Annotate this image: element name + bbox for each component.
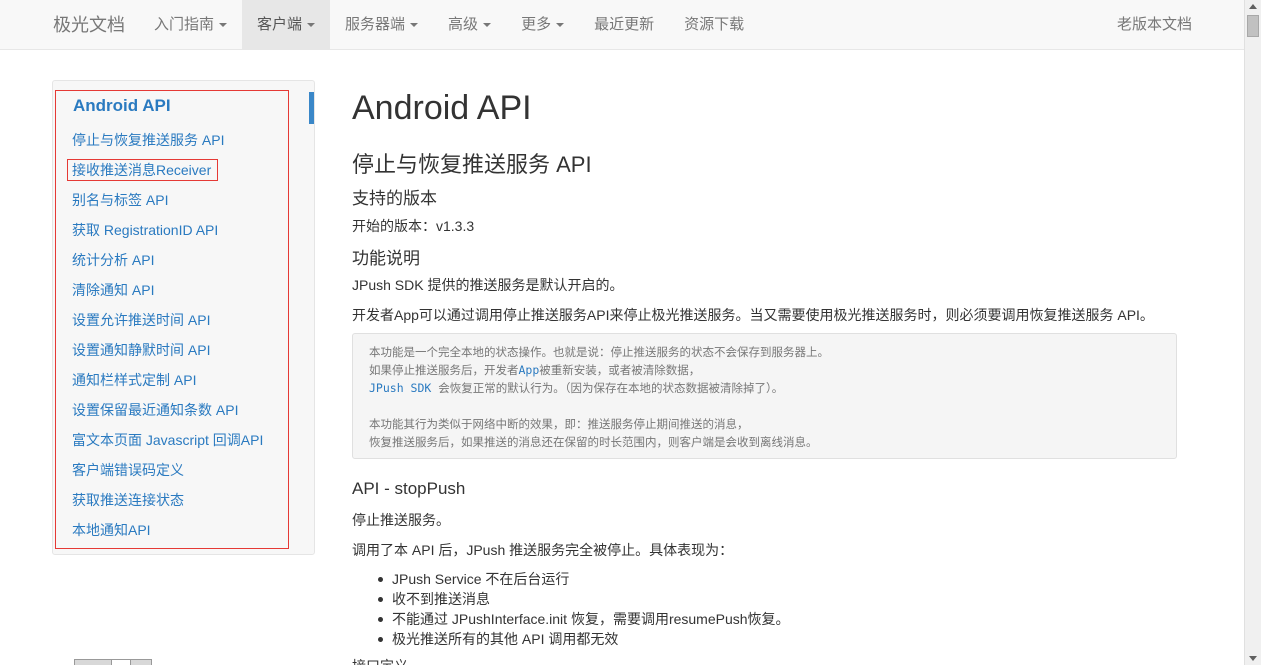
feature-paragraph-2: 开发者App可以通过调用停止推送服务API来停止极光推送服务。当又需要使用极光推…	[352, 307, 1154, 323]
nav-item-getting-started[interactable]: 入门指南	[139, 0, 242, 50]
list-item: 极光推送所有的其他 API 调用都无效	[376, 629, 790, 649]
sidebar-item-label: 别名与标签 API	[72, 192, 169, 208]
nav-label: 入门指南	[154, 16, 215, 33]
sidebar-item-label: 获取 RegistrationID API	[72, 222, 219, 238]
caret-down-icon	[483, 23, 492, 28]
sidebar-item-label: 设置允许推送时间 API	[72, 312, 211, 328]
sidebar-item-label: 富文本页面 Javascript 回调API	[72, 432, 264, 448]
nav-label: 服务器端	[345, 16, 406, 33]
sidebar-item-label: 通知栏样式定制 API	[72, 372, 197, 388]
behavior-list: JPush Service 不在后台运行 收不到推送消息 不能通过 JPushI…	[376, 569, 790, 649]
sidebar-item-label: 获取推送连接状态	[72, 492, 184, 508]
nav-item-client[interactable]: 客户端	[242, 0, 331, 50]
api-detail: 调用了本 API 后，JPush 推送服务完全被停止。具体表现为：	[352, 542, 734, 558]
section-heading: 停止与恢复推送服务 API	[352, 152, 592, 177]
nav-label: 资源下载	[684, 16, 745, 33]
sidebar-item-analytics[interactable]: 统计分析 API	[72, 245, 302, 275]
brand-link[interactable]: 极光文档	[53, 0, 125, 50]
vertical-scrollbar[interactable]	[1244, 0, 1261, 665]
scroll-up-arrow-icon[interactable]	[1249, 4, 1257, 9]
caret-down-icon	[307, 23, 316, 28]
feature-heading: 功能说明	[352, 249, 420, 268]
version-text: 开始的版本：v1.3.3	[352, 218, 475, 234]
code-line: 如果停止推送服务后，开发者	[369, 363, 519, 377]
sidebar-title[interactable]: Android API	[73, 96, 171, 116]
nav-label: 最近更新	[594, 16, 655, 33]
nav-label: 客户端	[257, 16, 303, 33]
top-navbar: 极光文档 入门指南 客户端 服务器端 高级 更多 最近更新 资源下载 老版本文档	[0, 0, 1244, 50]
nav-label: 高级	[448, 16, 479, 33]
caret-down-icon	[410, 23, 419, 28]
sidebar-item-receiver[interactable]: 接收推送消息Receiver	[66, 155, 302, 185]
nav-item-advanced[interactable]: 高级	[433, 0, 506, 50]
sidebar-item-label: 设置保留最近通知条数 API	[72, 402, 239, 418]
old-docs-link[interactable]: 老版本文档	[1117, 0, 1192, 50]
code-keyword: JPush SDK	[369, 381, 432, 395]
sidebar-item-label: 设置通知静默时间 API	[72, 342, 211, 358]
nav-item-downloads[interactable]: 资源下载	[669, 0, 759, 50]
list-item: 收不到推送消息	[376, 589, 790, 609]
sidebar-item-label: 统计分析 API	[72, 252, 155, 268]
sidebar-item-registration-id[interactable]: 获取 RegistrationID API	[72, 215, 302, 245]
scroll-down-arrow-icon[interactable]	[1249, 656, 1257, 661]
sidebar-item-notification-style[interactable]: 通知栏样式定制 API	[72, 365, 302, 395]
sidebar-item-connection-state[interactable]: 获取推送连接状态	[72, 485, 302, 515]
note-code-block: 本功能是一个完全本地的状态操作。也就是说：停止推送服务的状态不会保存到服务器上。…	[352, 333, 1177, 459]
sidebar-list: 停止与恢复推送服务 API 接收推送消息Receiver 别名与标签 API 获…	[66, 125, 302, 545]
sidebar-item-silence-time[interactable]: 设置通知静默时间 API	[72, 335, 302, 365]
nav-item-server[interactable]: 服务器端	[330, 0, 433, 50]
nav-item-recent-updates[interactable]: 最近更新	[579, 0, 669, 50]
feature-paragraph-1: JPush SDK 提供的推送服务是默认开启的。	[352, 277, 624, 293]
sidebar-item-error-codes[interactable]: 客户端错误码定义	[72, 455, 302, 485]
code-keyword: App	[518, 363, 540, 377]
sidebar-active-marker	[309, 92, 314, 124]
caret-down-icon	[556, 23, 565, 28]
code-line: 本功能是一个完全本地的状态操作。也就是说：停止推送服务的状态不会保存到服务器上。	[369, 345, 829, 359]
sidebar-item-label: 停止与恢复推送服务 API	[72, 132, 225, 148]
sidebar-item-label: 客户端错误码定义	[72, 462, 184, 478]
sidebar-item-stop-resume[interactable]: 停止与恢复推送服务 API	[72, 125, 302, 155]
main-nav: 入门指南 客户端 服务器端 高级 更多 最近更新 资源下载	[139, 0, 759, 50]
sidebar-item-alias-tags[interactable]: 别名与标签 API	[72, 185, 302, 215]
partial-widget	[74, 659, 152, 665]
sidebar-item-clear-notifications[interactable]: 清除通知 API	[72, 275, 302, 305]
interface-definition-heading: 接口定义	[352, 656, 408, 665]
code-line: 恢复推送服务后，如果推送的消息还在保留的时长范围内，则客户端是会收到离线消息。	[369, 435, 818, 449]
nav-item-more[interactable]: 更多	[506, 0, 579, 50]
api-heading: API - stopPush	[352, 479, 466, 498]
scroll-thumb[interactable]	[1247, 15, 1259, 37]
code-line: 本功能其行为类似于网络中断的效果，即：推送服务停止期间推送的消息，	[369, 417, 749, 431]
supported-version-heading: 支持的版本	[352, 189, 437, 208]
code-line: 会恢复正常的默认行为。（因为保存在本地的状态数据被清除掉了）。	[431, 381, 784, 395]
code-line: 被重新安装，或者被清除数据，	[539, 363, 701, 377]
list-item: JPush Service 不在后台运行	[376, 569, 790, 589]
api-description: 停止推送服务。	[352, 512, 450, 528]
sidebar-item-notification-count[interactable]: 设置保留最近通知条数 API	[72, 395, 302, 425]
sidebar-item-label: 本地通知API	[72, 522, 151, 538]
sidebar-item-local-notification[interactable]: 本地通知API	[72, 515, 302, 545]
sidebar-item-label: 接收推送消息Receiver	[66, 159, 219, 181]
sidebar-item-push-time[interactable]: 设置允许推送时间 API	[72, 305, 302, 335]
nav-label: 更多	[521, 16, 552, 33]
sidebar-item-label: 清除通知 API	[72, 282, 155, 298]
caret-down-icon	[219, 23, 228, 28]
sidebar-item-rich-text-callback[interactable]: 富文本页面 Javascript 回调API	[72, 425, 302, 455]
list-item: 不能通过 JPushInterface.init 恢复，需要调用resumePu…	[376, 609, 790, 629]
page-title: Android API	[352, 89, 532, 127]
